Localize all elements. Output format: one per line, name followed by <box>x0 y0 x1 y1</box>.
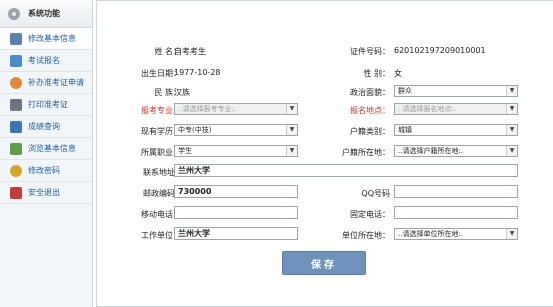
chevron-down-icon: ▼ <box>506 229 517 239</box>
sidebar-item-label: 补办准考证申请 <box>28 78 84 87</box>
employer-location-label: 单位所在地： <box>342 231 390 240</box>
chevron-down-icon: ▼ <box>506 146 517 156</box>
education-select[interactable]: 中专(中技) ▼ <box>174 124 298 136</box>
chevron-down-icon: ▼ <box>286 104 297 114</box>
sidebar-item-change-password[interactable]: 修改密码 <box>0 160 92 182</box>
household-location-label: 户籍所在地： <box>342 148 390 157</box>
chevron-down-icon: ▼ <box>286 146 297 156</box>
id-number-value: 620102197209010001 <box>394 46 486 55</box>
sidebar-header: 系统功能 <box>0 0 92 28</box>
chevron-down-icon: ▼ <box>506 125 517 135</box>
id-number-label: 证件号码： <box>350 47 390 56</box>
mobile-input[interactable] <box>174 206 298 219</box>
sidebar-item-label: 安全退出 <box>28 188 60 197</box>
sidebar-item-exam-registration[interactable]: 考试报名 <box>0 50 92 72</box>
postcode-label: 邮政编码 <box>143 189 175 198</box>
household-location-select[interactable]: ..请选择户籍所在地:. ▼ <box>394 145 518 157</box>
postcode-input[interactable]: 730000 <box>174 185 298 198</box>
postcode-value: 730000 <box>178 187 212 196</box>
major-placeholder: ..请选择报考专业:. <box>178 105 237 113</box>
education-selected: 中专(中技) <box>178 126 212 134</box>
landline-input[interactable] <box>394 206 518 219</box>
ethnicity-value: 汉族 <box>174 88 190 97</box>
address-label: 联系地址 <box>143 168 175 177</box>
employer-input[interactable]: 兰州大学 <box>174 227 298 240</box>
political-status-selected: 群众 <box>398 87 412 95</box>
household-type-select[interactable]: 城镇 ▼ <box>394 124 518 136</box>
person-icon <box>10 76 22 89</box>
gear-icon <box>8 7 20 20</box>
printer-icon <box>10 98 22 111</box>
sidebar-item-view-info[interactable]: 浏览基本信息 <box>0 138 92 160</box>
political-status-label: 政治面貌： <box>350 88 390 97</box>
registration-site-label: 报名地点： <box>350 106 390 115</box>
employer-location-select[interactable]: ..请选择单位所在地:. ▼ <box>394 228 518 240</box>
sidebar-item-label: 修改基本信息 <box>28 34 76 43</box>
qq-label: QQ号码 <box>361 189 390 198</box>
gender-value: 女 <box>394 69 402 78</box>
chevron-down-icon: ▼ <box>506 86 517 96</box>
sidebar-item-edit-info[interactable]: 修改基本信息 <box>0 28 92 50</box>
key-icon <box>10 164 22 177</box>
edit-icon <box>10 32 22 45</box>
household-location-placeholder: ..请选择户籍所在地:. <box>398 147 464 155</box>
sidebar-item-reissue-admission[interactable]: 补办准考证申请 <box>0 72 92 94</box>
graduation-cap-icon <box>10 54 22 67</box>
sidebar-item-label: 浏览基本信息 <box>28 144 76 153</box>
employer-location-placeholder: ..请选择单位所在地:. <box>398 230 464 238</box>
political-status-select[interactable]: 群众 ▼ <box>394 85 518 97</box>
chevron-down-icon: ▼ <box>506 104 517 114</box>
major-select[interactable]: ..请选择报考专业:. ▼ <box>174 103 298 115</box>
address-input[interactable]: 兰州大学 <box>174 164 518 177</box>
address-value: 兰州大学 <box>178 166 210 175</box>
sidebar-item-print-admission[interactable]: 打印准考证 <box>0 94 92 116</box>
sidebar-item-label: 成绩查询 <box>28 122 60 131</box>
qq-input[interactable] <box>394 185 518 198</box>
gender-label: 性 别： <box>363 69 390 78</box>
sidebar-title: 系统功能 <box>28 9 60 18</box>
exit-door-icon <box>10 186 22 199</box>
sidebar-item-score-query[interactable]: 成绩查询 <box>0 116 92 138</box>
chevron-down-icon: ▼ <box>286 125 297 135</box>
sidebar: 系统功能 修改基本信息 考试报名 补办准考证申请 打印准考证 成绩查询 浏览基本… <box>0 0 93 307</box>
household-type-selected: 城镇 <box>398 126 412 134</box>
birth-date-value: 1977-10-28 <box>174 68 221 77</box>
save-button[interactable]: 保存 <box>282 251 366 275</box>
employer-value: 兰州大学 <box>178 229 210 238</box>
sidebar-item-label: 考试报名 <box>28 56 60 65</box>
sidebar-item-label: 打印准考证 <box>28 100 68 109</box>
occupation-select[interactable]: 学生 ▼ <box>174 145 298 157</box>
sidebar-item-logout[interactable]: 安全退出 <box>0 182 92 204</box>
registration-site-placeholder: ..请选择报名地点:. <box>398 105 457 113</box>
household-type-label: 户籍类别： <box>350 127 390 136</box>
landline-label: 固定电话： <box>350 210 390 219</box>
occupation-selected: 学生 <box>178 147 192 155</box>
registration-site-select[interactable]: ..请选择报名地点:. ▼ <box>394 103 518 115</box>
sidebar-item-label: 修改密码 <box>28 166 60 175</box>
book-icon <box>10 120 22 133</box>
name-value: 自考考生 <box>174 47 206 56</box>
document-icon <box>10 142 22 155</box>
